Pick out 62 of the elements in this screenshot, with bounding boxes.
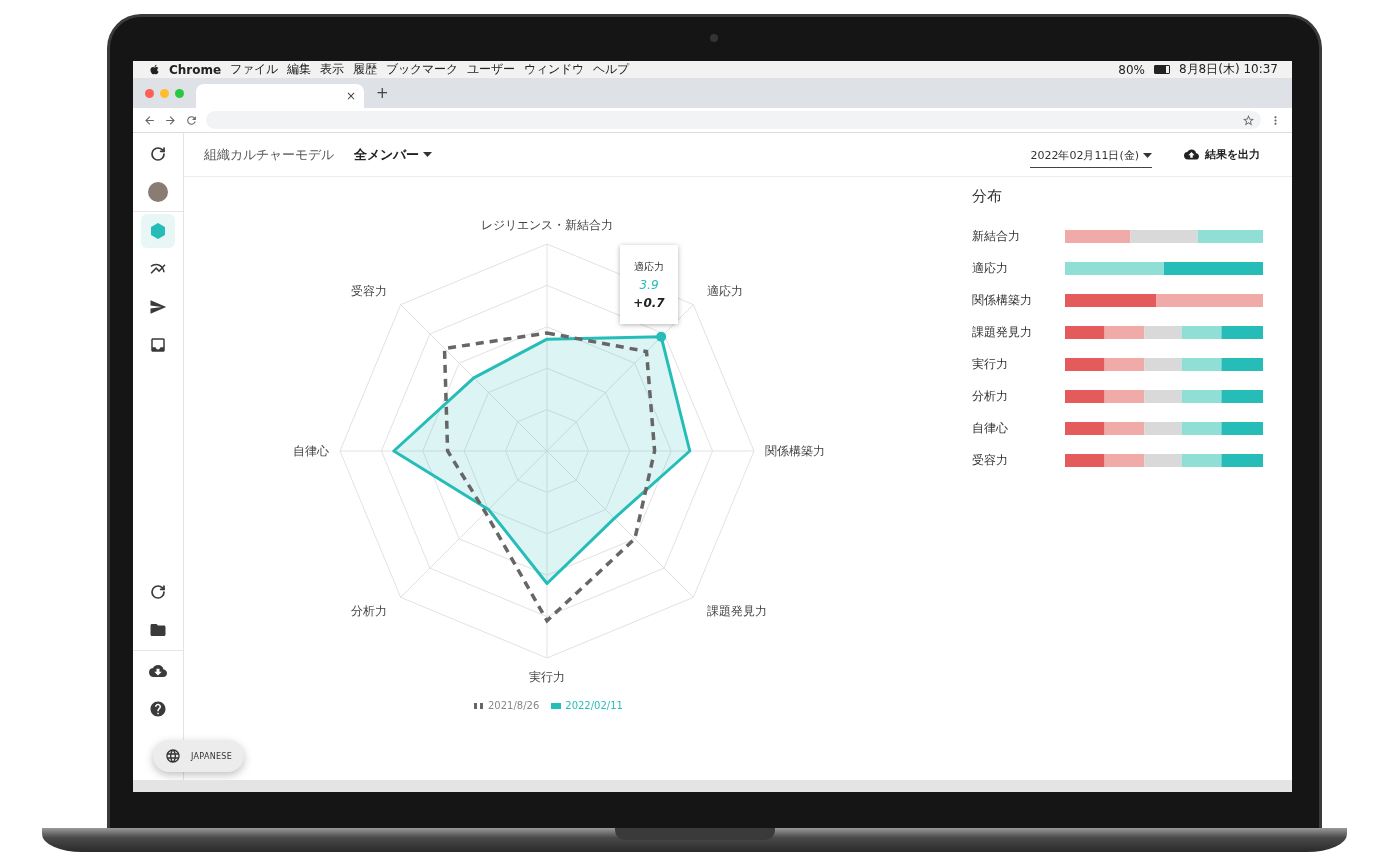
distribution-label: 分析力 xyxy=(972,387,1009,405)
help-icon xyxy=(149,700,167,718)
distribution-label: 関係構築力 xyxy=(972,291,1033,309)
distribution-label: 実行力 xyxy=(972,355,1009,373)
globe-icon xyxy=(165,748,181,764)
axis-label: 受容力 xyxy=(351,284,388,299)
star-icon[interactable] xyxy=(1242,113,1255,127)
export-button[interactable]: 結果を出力 xyxy=(1180,143,1264,166)
menu-item[interactable]: 表示 xyxy=(320,61,345,78)
axis-label: 分析力 xyxy=(351,603,388,618)
member-dropdown[interactable]: 全メンバー xyxy=(354,145,432,164)
legend-item[interactable]: 2021/8/26 xyxy=(474,700,540,711)
axis-label: 課題発見力 xyxy=(706,603,767,618)
avatar-icon xyxy=(148,182,168,202)
send-icon xyxy=(149,298,167,316)
menu-item[interactable]: ファイル xyxy=(230,61,279,78)
url-field[interactable] xyxy=(206,111,1261,129)
caret-icon xyxy=(423,152,432,157)
menu-item[interactable]: ウィンドウ xyxy=(524,61,585,78)
page-title: 組織カルチャーモデル xyxy=(204,145,334,164)
folder-icon xyxy=(149,621,167,639)
browser-tab[interactable]: × xyxy=(196,84,364,108)
section-title: 分布 xyxy=(972,187,1003,206)
menu-item[interactable]: 履歴 xyxy=(353,61,378,78)
menu-item[interactable]: ユーザー xyxy=(467,61,516,78)
axis-label: 実行力 xyxy=(529,670,565,684)
apple-icon[interactable] xyxy=(149,64,160,75)
refresh-icon xyxy=(150,146,166,162)
menu-item[interactable]: Chrome xyxy=(169,62,222,77)
menu-item[interactable]: 編集 xyxy=(287,61,312,78)
clock: 8月8日(木) 10:37 xyxy=(1178,61,1278,78)
axis-label: 関係構築力 xyxy=(765,444,825,458)
date-select[interactable]: 2022年02月11日(金) xyxy=(1030,147,1152,168)
tooltip-change: +0.7 xyxy=(633,295,665,310)
distribution-label: 新結合力 xyxy=(972,227,1021,245)
back-icon[interactable] xyxy=(143,113,156,127)
tooltip-value: 3.9 xyxy=(639,277,659,292)
axis-label: レジリエンス・新結合力 xyxy=(481,218,613,232)
language-button[interactable]: JAPANESE xyxy=(153,740,245,772)
hexagon-icon xyxy=(150,223,166,239)
menu-item[interactable]: ブックマーク xyxy=(386,61,459,78)
tab-close-button[interactable]: × xyxy=(345,89,356,103)
axis-label: 適応力 xyxy=(706,284,743,299)
cloud-download-icon xyxy=(149,662,167,680)
new-tab-button[interactable]: + xyxy=(376,84,389,102)
reload-icon[interactable] xyxy=(185,113,198,127)
battery-icon xyxy=(1153,65,1170,74)
distribution-label: 受容力 xyxy=(972,451,1009,469)
inbox-icon xyxy=(149,336,167,354)
menu-item[interactable]: ヘルプ xyxy=(593,61,630,78)
cloud-upload-icon xyxy=(1184,147,1199,162)
caret-icon xyxy=(1143,152,1152,158)
battery-percentage: 80% xyxy=(1118,62,1145,77)
camera-icon xyxy=(709,34,718,42)
axis-label: 自律心 xyxy=(293,444,329,458)
tooltip-label: 適応力 xyxy=(634,259,664,274)
data-point-marker[interactable] xyxy=(656,331,667,342)
forward-icon[interactable] xyxy=(164,113,177,127)
distribution-label: 適応力 xyxy=(972,259,1009,277)
refresh-icon xyxy=(150,584,166,600)
distribution-label: 自律心 xyxy=(972,419,1009,437)
distribution-label: 課題発見力 xyxy=(972,323,1033,341)
